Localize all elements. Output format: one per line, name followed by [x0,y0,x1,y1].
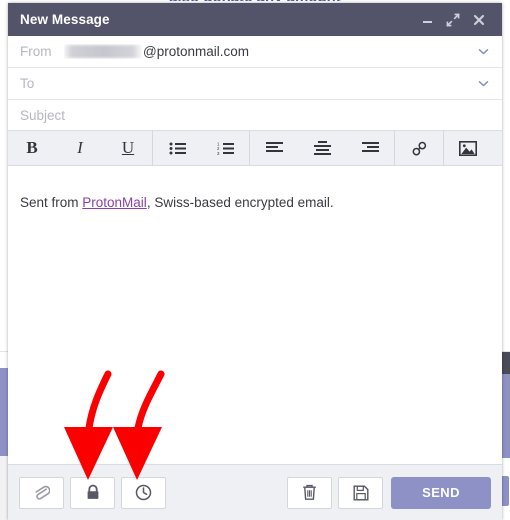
align-right-icon [361,141,379,155]
subject-placeholder: Subject [20,107,66,123]
redacted-username [64,45,142,58]
insert-image-button[interactable] [444,131,492,165]
list-group: 1 2 3 [153,131,250,165]
underline-button[interactable]: U [104,131,152,165]
send-button[interactable]: SEND [391,476,491,509]
close-icon [472,13,486,27]
to-chevron-down-icon[interactable] [474,75,492,93]
align-center-icon [313,141,331,155]
formatting-toolbar: B I U 1 2 3 [8,131,502,166]
bulleted-list-button[interactable] [153,131,201,165]
compose-action-bar: SEND [8,464,502,520]
save-draft-button[interactable] [338,476,383,509]
bold-button[interactable]: B [8,131,56,165]
trash-icon [302,484,317,501]
bulleted-list-icon [169,141,186,156]
from-label: From [20,44,52,59]
compose-window: New Message From @protonmail.com To Subj… [8,3,502,520]
from-value: @protonmail.com [64,44,474,59]
close-button[interactable] [466,7,492,33]
to-field-row[interactable]: To [8,68,502,100]
numbered-list-icon: 1 2 3 [217,141,234,156]
from-domain: @protonmail.com [143,44,249,59]
compose-title: New Message [20,12,110,27]
maximize-button[interactable] [440,7,466,33]
signature-line: Sent from ProtonMail, Swiss-based encryp… [20,194,502,213]
text-style-group: B I U [8,131,153,165]
delete-draft-button[interactable] [287,476,332,509]
background-top-text: also donate any amount [0,0,510,1]
paperclip-icon [33,484,50,501]
expand-icon [446,12,460,27]
insert-image-group [444,131,492,165]
alignment-group [250,131,395,165]
minimize-button[interactable] [414,7,440,33]
message-body[interactable]: Sent from ProtonMail, Swiss-based encryp… [8,166,502,464]
align-right-button[interactable] [346,131,394,165]
from-chevron-down-icon[interactable] [474,43,492,61]
clock-icon [135,484,152,501]
attachment-button[interactable] [19,476,64,509]
align-left-button[interactable] [250,131,298,165]
image-icon [459,140,477,156]
lock-icon [85,484,101,501]
signature-suffix: , Swiss-based encrypted email. [146,195,334,210]
subject-field-row[interactable]: Subject [8,100,502,131]
floppy-disk-icon [353,485,369,501]
minimize-icon [421,13,434,26]
svg-text:3: 3 [217,151,220,156]
protonmail-link[interactable]: ProtonMail [82,195,147,210]
signature-prefix: Sent from [20,195,83,210]
from-field-row[interactable]: From @protonmail.com [8,36,502,68]
italic-button[interactable]: I [56,131,104,165]
align-center-button[interactable] [298,131,346,165]
to-label: To [20,76,35,91]
expiration-button[interactable] [121,476,166,509]
link-icon [411,140,428,157]
encryption-button[interactable] [70,476,115,509]
insert-link-group [395,131,444,165]
compose-title-bar: New Message [8,3,502,36]
insert-link-button[interactable] [395,131,443,165]
numbered-list-button[interactable]: 1 2 3 [201,131,249,165]
align-left-icon [265,141,283,155]
